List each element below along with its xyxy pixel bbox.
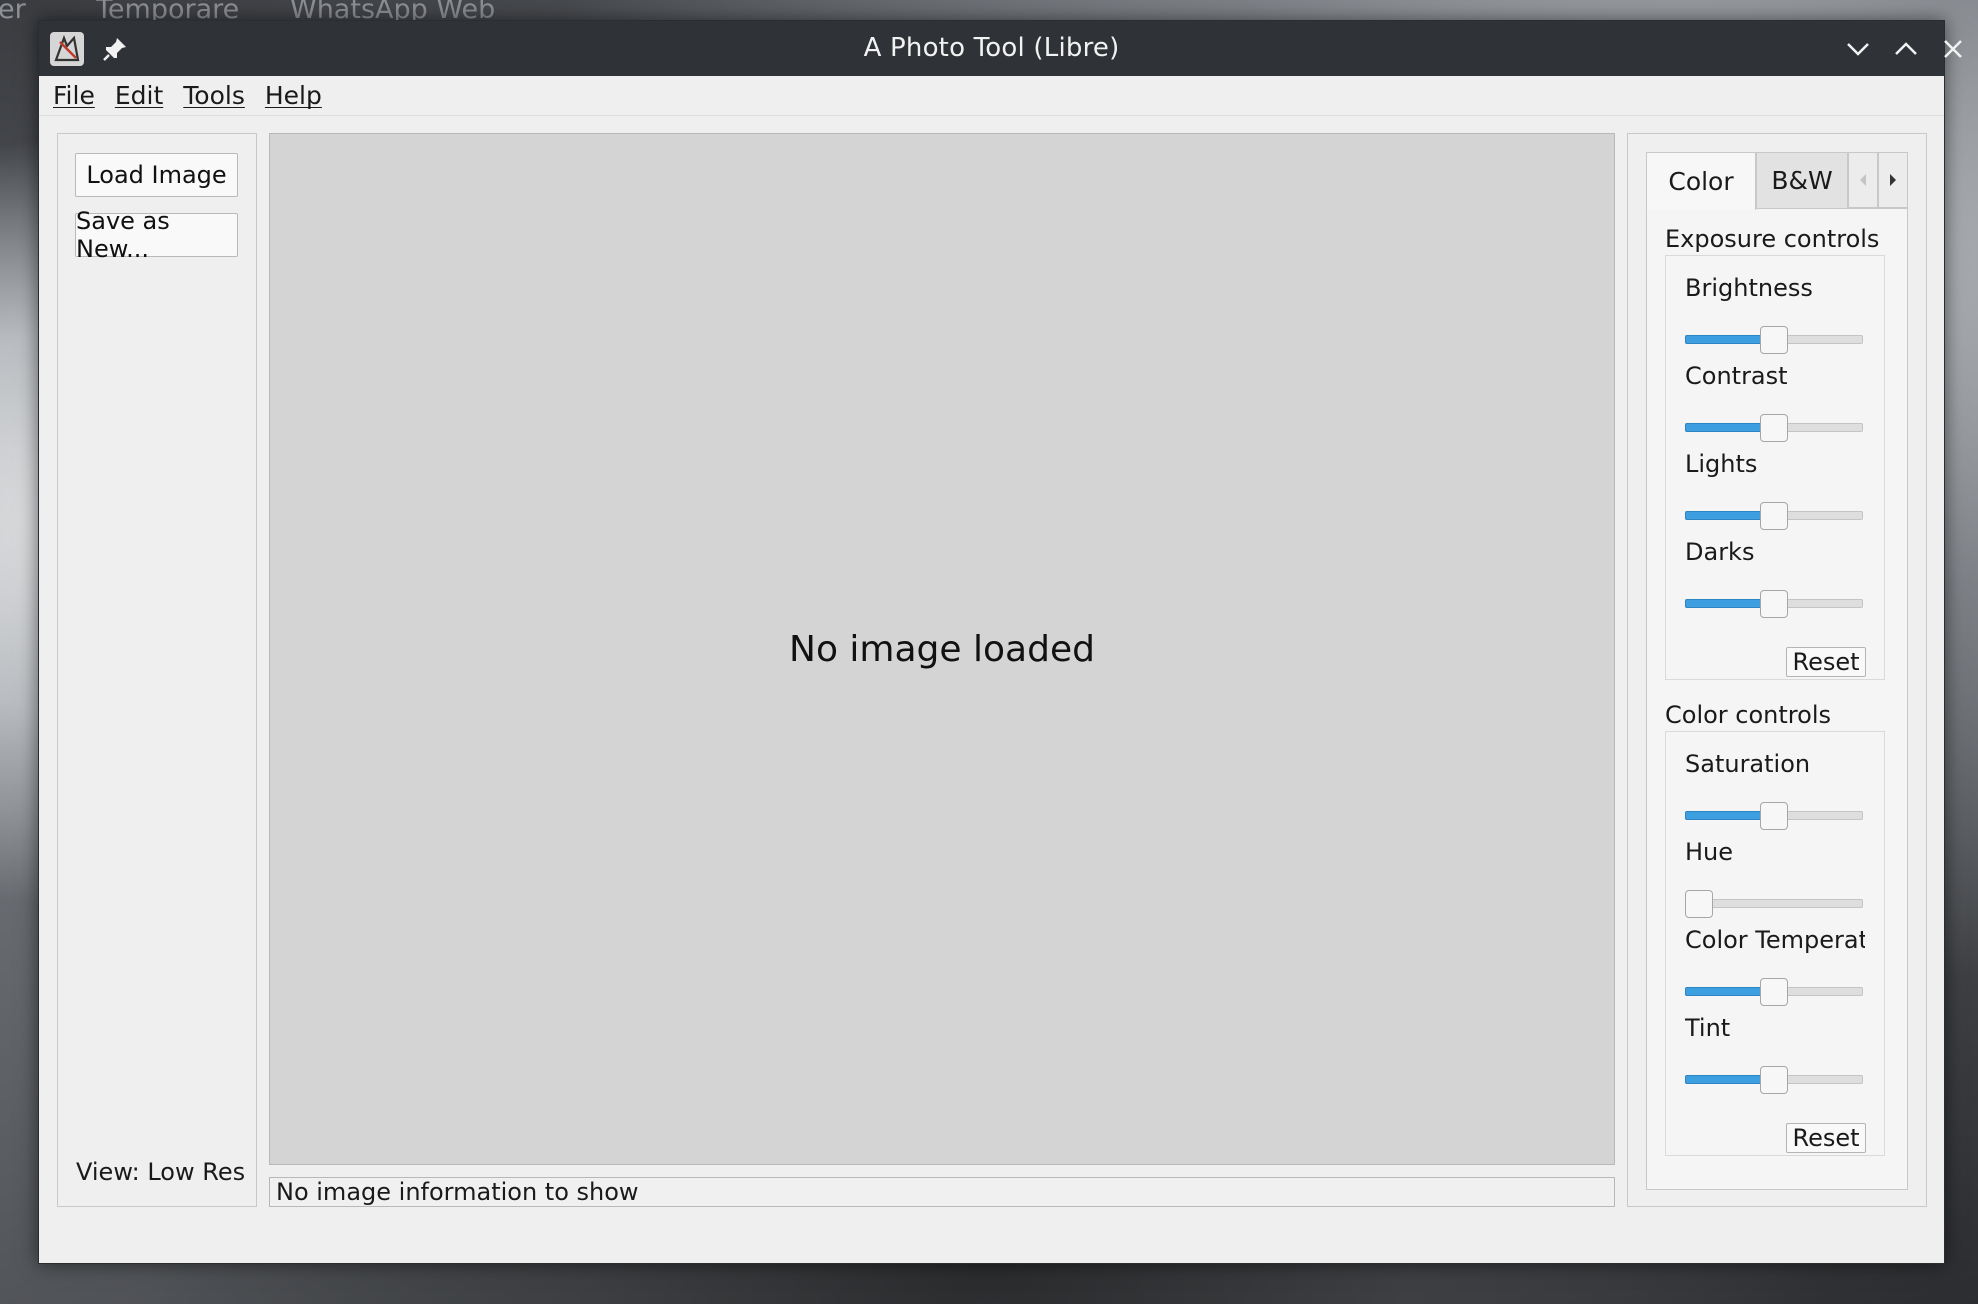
color-slider[interactable] bbox=[1685, 890, 1863, 918]
menu-help[interactable]: Help bbox=[265, 81, 322, 110]
exposure-reset-button[interactable]: Reset bbox=[1786, 647, 1866, 677]
color-slider-label: Color Temperatu bbox=[1685, 926, 1865, 954]
color-controls-group: Reset Saturation Hue Color Temperatu Tint bbox=[1665, 731, 1885, 1156]
slider-handle[interactable] bbox=[1760, 326, 1788, 354]
load-image-button[interactable]: Load Image bbox=[75, 153, 238, 197]
menu-bar: File Edit Tools Help bbox=[39, 76, 1944, 116]
exposure-slider[interactable] bbox=[1685, 326, 1863, 354]
canvas-placeholder-text: No image loaded bbox=[789, 628, 1095, 670]
slider-handle[interactable] bbox=[1760, 978, 1788, 1006]
color-slider-label: Hue bbox=[1685, 838, 1734, 866]
slider-handle[interactable] bbox=[1760, 1066, 1788, 1094]
slider-handle[interactable] bbox=[1760, 414, 1788, 442]
right-panel: Color B&W Exposure controls Reset Bright… bbox=[1627, 133, 1927, 1207]
close-icon[interactable] bbox=[1937, 33, 1969, 65]
tab-scroll-right-icon[interactable] bbox=[1878, 152, 1908, 208]
exposure-slider[interactable] bbox=[1685, 590, 1863, 618]
chevron-down-icon[interactable] bbox=[1842, 33, 1874, 65]
slider-handle[interactable] bbox=[1760, 502, 1788, 530]
window-title: A Photo Tool (Libre) bbox=[863, 33, 1120, 63]
save-as-new-button[interactable]: Save as New... bbox=[75, 207, 238, 263]
chevron-up-icon[interactable] bbox=[1890, 33, 1922, 65]
exposure-slider-label: Contrast bbox=[1685, 362, 1788, 390]
color-slider-label: Saturation bbox=[1685, 750, 1811, 778]
tab-scroll-left-icon[interactable] bbox=[1848, 152, 1878, 208]
exposure-controls-group: Reset Brightness Contrast Lights Darks bbox=[1665, 255, 1885, 680]
menu-edit[interactable]: Edit bbox=[115, 81, 163, 110]
color-slider[interactable] bbox=[1685, 1066, 1863, 1094]
taskbar-label-partial: er bbox=[0, 0, 26, 25]
tab-color[interactable]: Color bbox=[1646, 152, 1756, 210]
tab-bw[interactable]: B&W bbox=[1756, 152, 1848, 208]
image-info-bar: No image information to show bbox=[269, 1177, 1615, 1207]
color-slider[interactable] bbox=[1685, 802, 1863, 830]
slider-handle[interactable] bbox=[1685, 890, 1713, 918]
exposure-slider-label: Brightness bbox=[1685, 274, 1813, 302]
color-slider[interactable] bbox=[1685, 978, 1863, 1006]
exposure-controls-title: Exposure controls bbox=[1665, 225, 1880, 253]
color-slider-label: Tint bbox=[1685, 1014, 1731, 1042]
exposure-slider-label: Lights bbox=[1685, 450, 1758, 478]
menu-file[interactable]: File bbox=[53, 81, 95, 110]
exposure-slider-label: Darks bbox=[1685, 538, 1755, 566]
image-canvas[interactable]: No image loaded bbox=[269, 133, 1615, 1165]
view-mode-label: View: Low Res bbox=[76, 1158, 246, 1186]
menu-tools[interactable]: Tools bbox=[183, 81, 245, 110]
slider-handle[interactable] bbox=[1760, 590, 1788, 618]
main-window: A Photo Tool (Libre) File Edit Tools Hel… bbox=[38, 20, 1962, 1264]
color-tab-panel: Exposure controls Reset Brightness Contra… bbox=[1646, 208, 1908, 1190]
exposure-slider[interactable] bbox=[1685, 502, 1863, 530]
slider-handle[interactable] bbox=[1760, 802, 1788, 830]
left-panel: Load Image Save as New... View: Low Res bbox=[57, 133, 257, 1207]
color-reset-button[interactable]: Reset bbox=[1786, 1123, 1866, 1153]
exposure-slider[interactable] bbox=[1685, 414, 1863, 442]
adjustment-tabs: Color B&W bbox=[1646, 152, 1908, 210]
color-controls-title: Color controls bbox=[1665, 701, 1831, 729]
title-bar[interactable]: A Photo Tool (Libre) bbox=[39, 21, 1962, 76]
